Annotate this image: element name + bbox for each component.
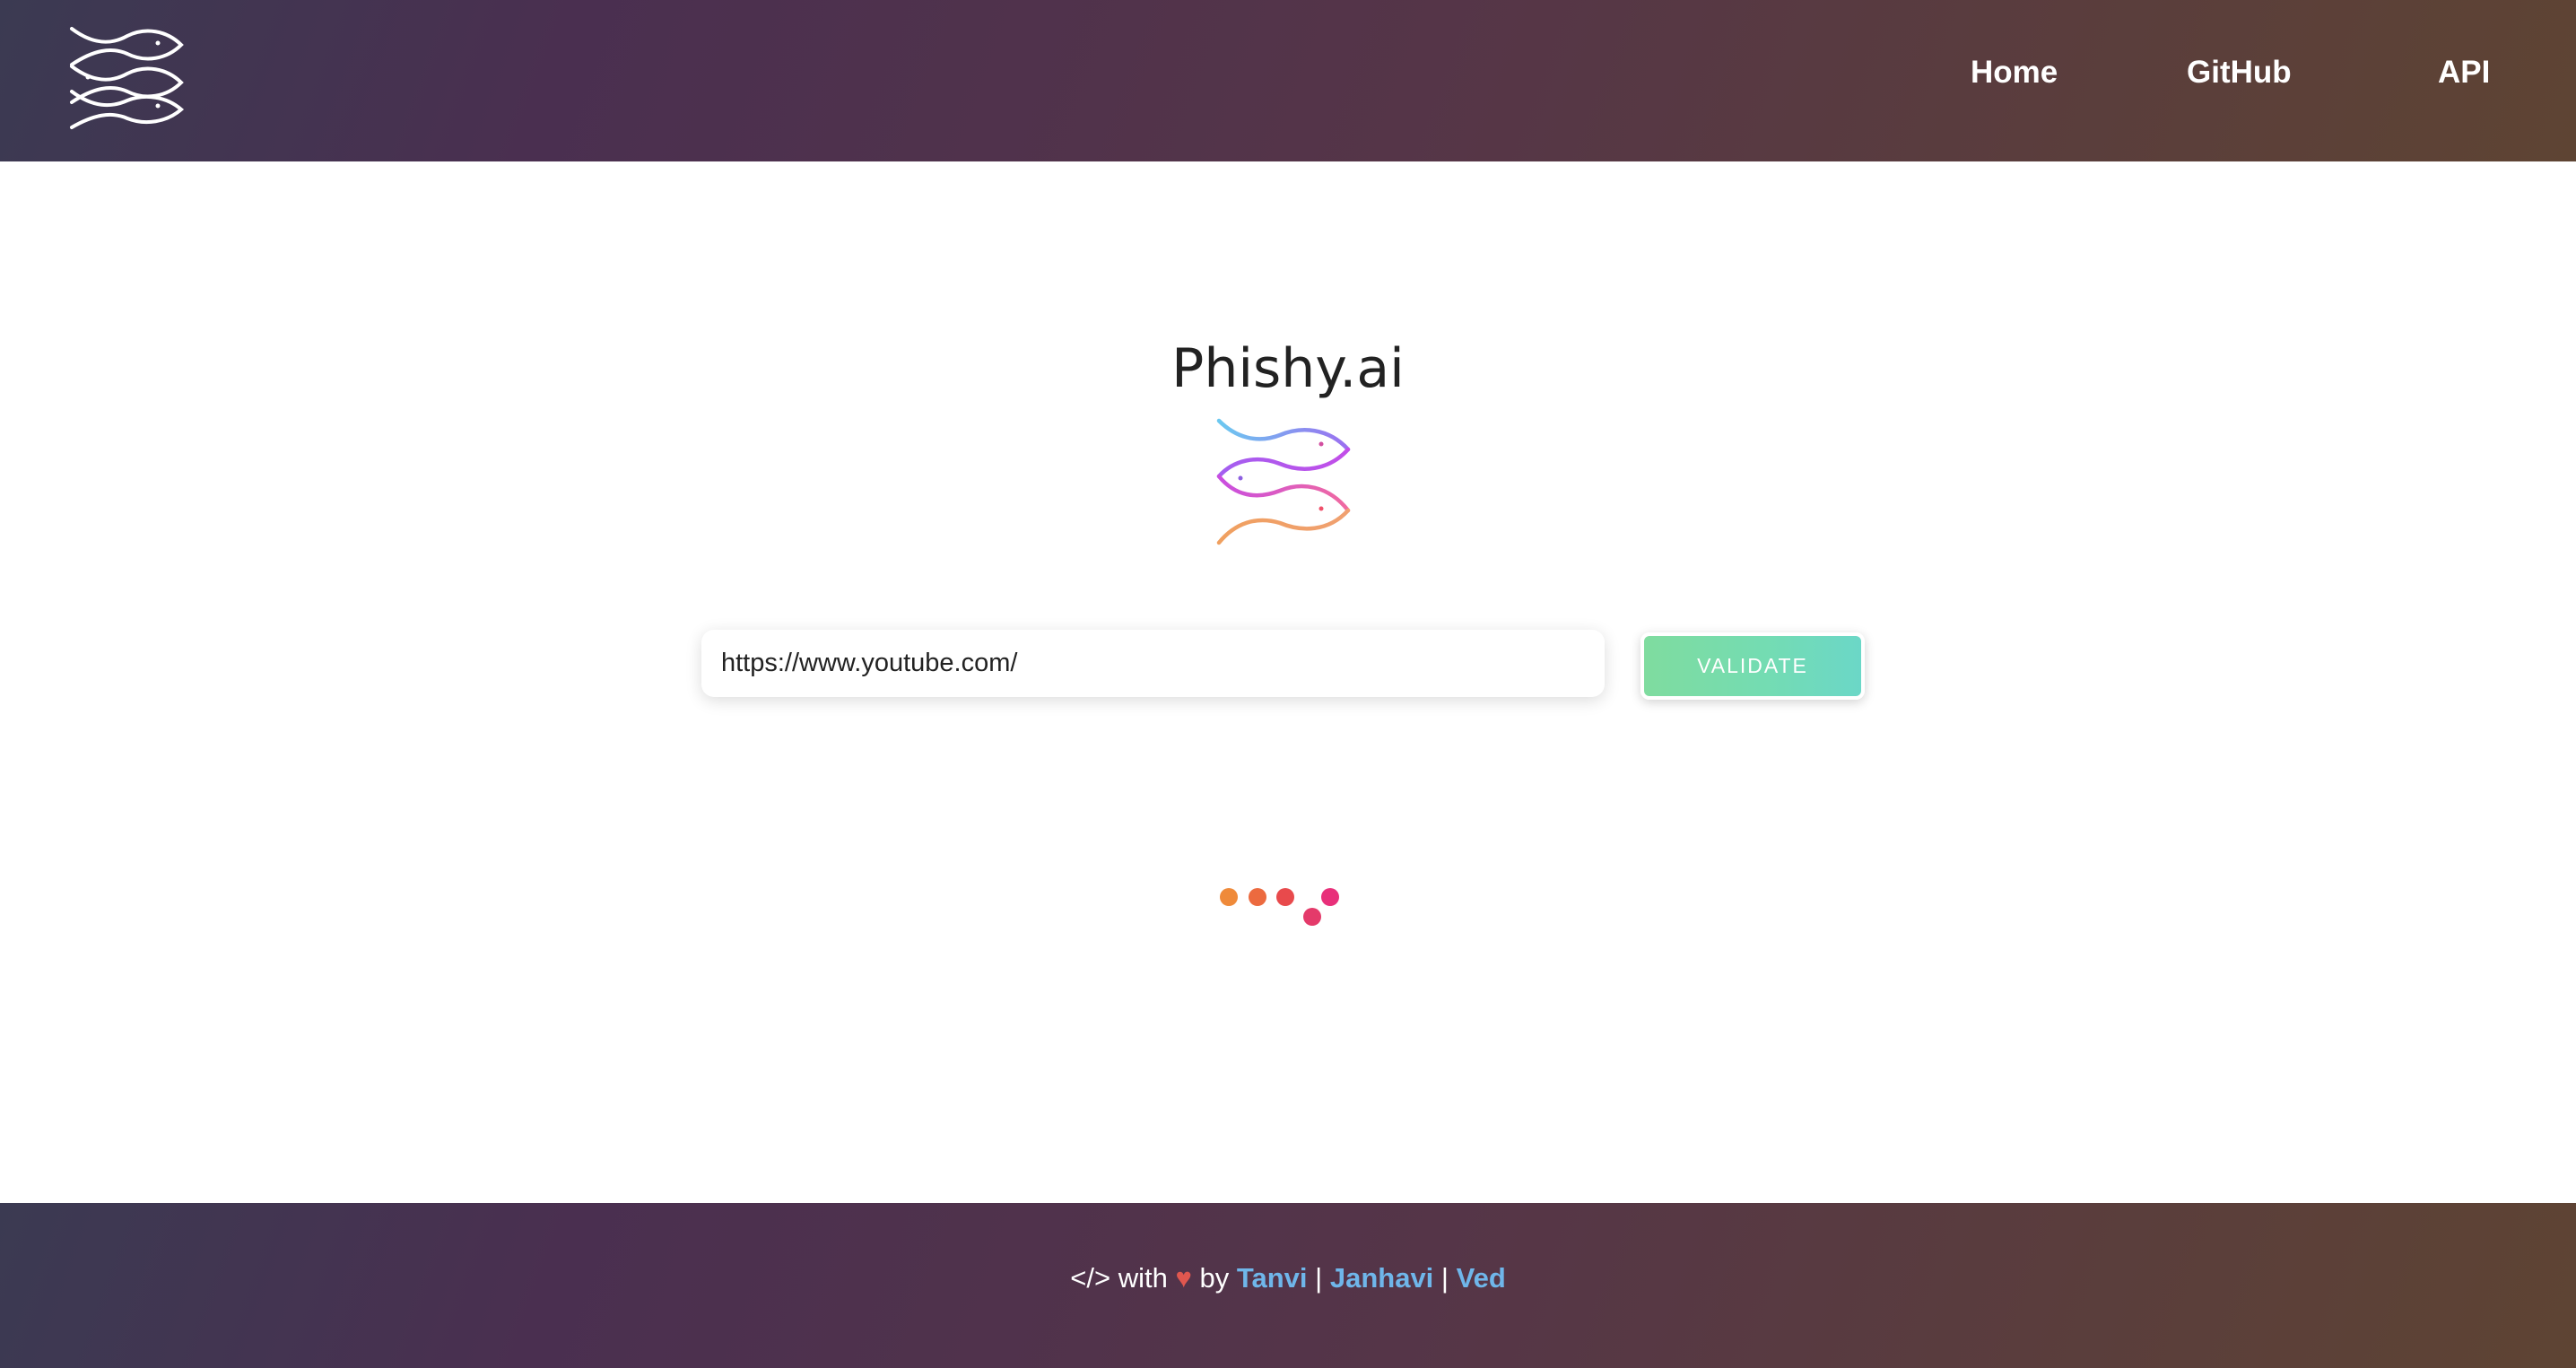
loading-dots-icon — [1215, 875, 1350, 928]
footer-separator: | — [1315, 1262, 1323, 1294]
colorful-fish-logo-icon — [1216, 418, 1351, 545]
footer-by-text: by — [1199, 1262, 1230, 1294]
fish-logo-icon[interactable] — [68, 25, 185, 131]
validate-button[interactable]: VALIDATE — [1640, 632, 1865, 700]
footer-credits: </> with ♥ by Tanvi | Janhavi | Ved — [0, 1259, 2576, 1298]
footer-separator: | — [1440, 1262, 1449, 1294]
loader-dot — [1303, 908, 1321, 926]
footer-with-text: with — [1118, 1262, 1168, 1294]
loader-dot — [1276, 888, 1294, 906]
main-navigation: Home GitHub API — [1769, 0, 2576, 161]
heart-icon: ♥ — [1175, 1262, 1192, 1294]
author-link-janhavi[interactable]: Janhavi — [1330, 1262, 1433, 1294]
footer: </> with ♥ by Tanvi | Janhavi | Ved — [0, 1203, 2576, 1368]
page-title: Phishy.ai — [1171, 337, 1405, 401]
loader-dot — [1220, 888, 1238, 906]
loader-dot — [1249, 888, 1266, 906]
nav-link-home[interactable]: Home — [1971, 52, 2058, 93]
loader-dot — [1321, 888, 1339, 906]
main-content: Phishy.ai https://www.youtube.com/ VALID… — [0, 161, 2576, 1203]
nav-link-api[interactable]: API — [2438, 52, 2490, 93]
code-symbol: </> — [1070, 1262, 1111, 1294]
top-nav-bar: Home GitHub API — [0, 0, 2576, 161]
author-link-tanvi[interactable]: Tanvi — [1237, 1262, 1308, 1294]
nav-link-github[interactable]: GitHub — [2187, 52, 2292, 93]
author-link-ved[interactable]: Ved — [1457, 1262, 1506, 1294]
url-input[interactable] — [701, 630, 1605, 697]
